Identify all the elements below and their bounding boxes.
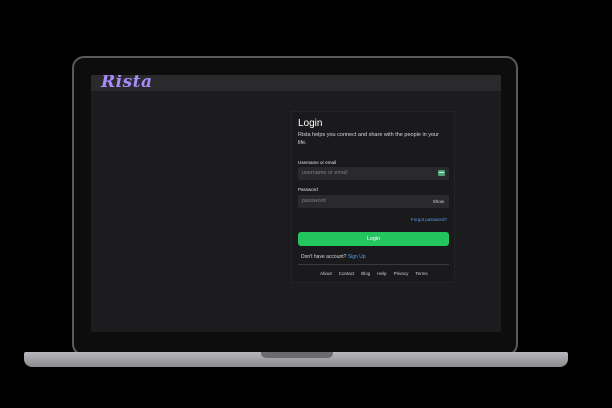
signup-prompt: Don't have account? Sign Up [301,254,366,260]
forgot-password-link[interactable]: Forgot password? [411,217,447,222]
footer-link-about[interactable]: About [320,271,332,276]
top-bar: Rista [91,75,501,92]
login-card: Login Rista helps you connect and share … [291,111,455,283]
footer-link-privacy[interactable]: Privacy [394,271,409,276]
app-screen: Rista Login Rista helps you connect and … [91,75,501,332]
password-label: Password [298,187,318,192]
signup-prompt-text: Don't have account? [301,254,347,260]
divider [298,264,449,265]
username-input[interactable]: username or email [298,167,449,180]
password-input[interactable]: password Show [298,195,449,208]
username-label: Username or email [298,160,337,165]
footer-link-help[interactable]: Help [377,271,386,276]
footer-link-contact[interactable]: Contact [339,271,355,276]
login-description: Rista helps you connect and share with t… [298,132,439,146]
signup-link[interactable]: Sign Up [348,254,366,260]
laptop-notch [261,352,333,358]
password-placeholder: password [302,198,326,204]
footer-link-terms[interactable]: Terms [415,271,427,276]
login-title: Login [298,118,323,129]
footer-link-blog[interactable]: Blog [361,271,370,276]
username-placeholder: username or email [302,170,348,176]
show-password-button[interactable]: Show [433,199,444,204]
login-button[interactable]: Login [298,232,449,246]
footer-links: About Contact Blog Help Privacy Terms [320,271,450,276]
keyboard-icon[interactable] [438,170,445,176]
app-logo[interactable]: Rista [101,75,153,92]
